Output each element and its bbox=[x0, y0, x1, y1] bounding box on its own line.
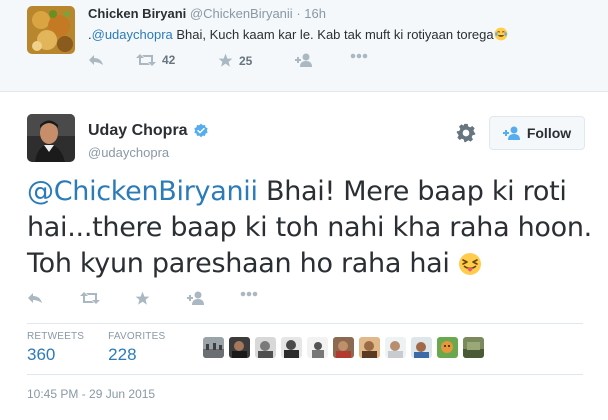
reply-mention-link[interactable]: @udaychopra bbox=[92, 27, 173, 42]
main-author-name[interactable]: Uday Chopra bbox=[88, 122, 188, 140]
follow-icon bbox=[187, 291, 204, 305]
follow-icon bbox=[295, 53, 312, 67]
reply-text: .@udaychopra Bhai, Kuch kaam kar le. Kab… bbox=[88, 27, 508, 42]
tweet-stats: RETWEETS 360 FAVORITES 228 bbox=[27, 331, 189, 365]
reply-icon bbox=[89, 55, 103, 65]
reply-avatar[interactable] bbox=[27, 6, 75, 54]
more-icon bbox=[350, 53, 368, 59]
retweet-button[interactable]: 42 bbox=[136, 53, 175, 67]
reply-header: Chicken Biryani @ChickenBiryanii · 16h bbox=[88, 6, 326, 21]
more-button[interactable] bbox=[350, 53, 368, 59]
retweet-icon bbox=[136, 54, 156, 66]
main-avatar[interactable] bbox=[27, 114, 75, 162]
follow-button-label: Follow bbox=[526, 125, 572, 141]
favoriter-avatar[interactable] bbox=[359, 337, 380, 358]
tweet-more-button[interactable] bbox=[240, 291, 258, 297]
main-author-handle[interactable]: @udaychopra bbox=[88, 145, 169, 160]
stats-bottom-divider bbox=[27, 374, 583, 375]
favoriter-avatar[interactable] bbox=[463, 337, 484, 358]
more-icon bbox=[240, 291, 258, 297]
reply-separator: · bbox=[296, 6, 301, 21]
reply-text-body: Bhai, Kuch kaam kar le. Kab tak muft ki … bbox=[172, 27, 494, 42]
verified-badge-icon bbox=[193, 123, 208, 138]
tweet-text-line3: Toh kyun pareshaan ho raha hai bbox=[27, 248, 458, 279]
retweet-icon bbox=[80, 292, 100, 304]
tweet-text: @ChickenBiryanii Bhai! Mere baap ki roti… bbox=[27, 174, 597, 282]
reply-favorite-count: 25 bbox=[239, 53, 253, 68]
favorite-icon bbox=[218, 53, 233, 67]
retweets-count: 360 bbox=[27, 345, 56, 364]
favorites-count: 228 bbox=[108, 345, 137, 364]
favorite-icon bbox=[135, 291, 150, 305]
favoriter-avatar[interactable] bbox=[229, 337, 250, 358]
favoriter-avatar[interactable] bbox=[333, 337, 354, 358]
favoriter-avatars bbox=[203, 337, 489, 358]
reply-author-handle[interactable]: @ChickenBiryanii bbox=[190, 6, 293, 21]
reply-tweet[interactable]: Chicken Biryani @ChickenBiryanii · 16h .… bbox=[0, 0, 608, 92]
favorite-button[interactable]: 25 bbox=[218, 53, 252, 68]
tweet-mention-link[interactable]: @ChickenBiryanii bbox=[27, 176, 258, 207]
reply-icon bbox=[28, 293, 42, 303]
tweet-text-line1: Bhai! Mere baap ki roti bbox=[257, 176, 567, 207]
follow-button[interactable]: Follow bbox=[489, 116, 585, 150]
stats-top-divider bbox=[27, 323, 583, 324]
favoriter-avatar[interactable] bbox=[385, 337, 406, 358]
tweet-reply-button[interactable] bbox=[27, 291, 43, 305]
retweets-label: RETWEETS bbox=[27, 331, 85, 342]
favorites-stat[interactable]: FAVORITES 228 bbox=[108, 331, 165, 365]
follow-user-button[interactable] bbox=[295, 53, 313, 67]
tears-of-joy-emoji-icon bbox=[494, 27, 508, 41]
retweets-stat[interactable]: RETWEETS 360 bbox=[27, 331, 84, 365]
favoriter-avatar[interactable] bbox=[411, 337, 432, 358]
reply-time[interactable]: 16h bbox=[304, 6, 326, 21]
favoriter-avatar[interactable] bbox=[307, 337, 328, 358]
reply-button[interactable] bbox=[88, 53, 104, 67]
favoriter-avatar[interactable] bbox=[437, 337, 458, 358]
tweet-favorite-button[interactable] bbox=[135, 291, 150, 306]
tweet-text-line2: hai...there baap ki toh nahi kha raha ho… bbox=[27, 212, 592, 243]
tweet-follow-user-button[interactable] bbox=[187, 291, 205, 305]
gear-icon[interactable] bbox=[456, 123, 476, 143]
favoriter-avatar[interactable] bbox=[281, 337, 302, 358]
reply-retweet-count: 42 bbox=[162, 53, 176, 67]
stuck-out-tongue-winking-emoji-icon bbox=[458, 253, 481, 275]
tweet-timestamp[interactable]: 10:45 PM - 29 Jun 2015 bbox=[27, 387, 155, 401]
tweet-retweet-button[interactable] bbox=[80, 291, 100, 305]
favoriter-avatar[interactable] bbox=[203, 337, 224, 358]
favoriter-avatar[interactable] bbox=[255, 337, 276, 358]
main-author-name-row: Uday Chopra bbox=[88, 122, 209, 140]
follow-icon bbox=[502, 126, 520, 140]
reply-author-name[interactable]: Chicken Biryani bbox=[88, 6, 186, 21]
favorites-label: FAVORITES bbox=[108, 331, 166, 342]
